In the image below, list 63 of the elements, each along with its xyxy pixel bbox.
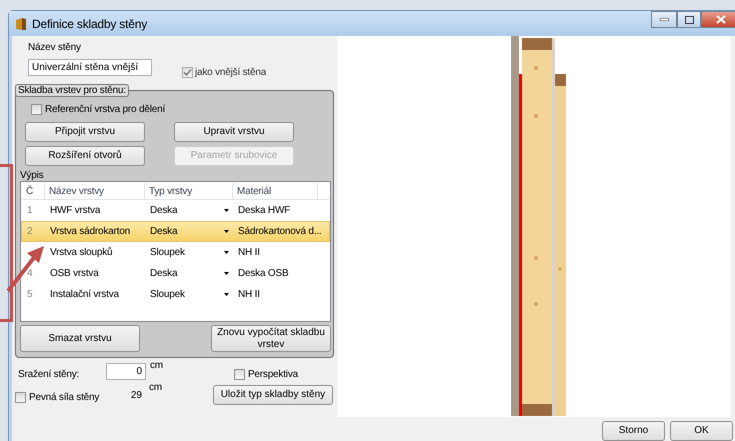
caret-icon bbox=[224, 272, 229, 275]
layer-type-dropdown[interactable]: Deska bbox=[145, 268, 233, 279]
layer-name-cell-text: Vrstva sloupků bbox=[49, 247, 114, 258]
material-cell-text: Deska OSB bbox=[237, 268, 290, 279]
column-header[interactable]: Typ vrstvy bbox=[145, 183, 233, 199]
fixed-thickness-label: Pevná síla stěny bbox=[29, 392, 100, 402]
window-title: Definice skladby stěny bbox=[32, 16, 147, 30]
offset-field[interactable]: 0 bbox=[106, 363, 146, 380]
row-number: 5 bbox=[26, 289, 34, 300]
layer-type-dropdown[interactable]: Deska bbox=[145, 205, 233, 216]
layer-name-cell-text: Instalační vrstva bbox=[49, 289, 120, 300]
unit-label: cm bbox=[150, 360, 163, 371]
perspective-label: Perspektiva bbox=[248, 369, 298, 380]
layer-name-cell-text: HWF vrstva bbox=[49, 205, 102, 216]
layer-type-dropdown[interactable]: Sloupek bbox=[145, 247, 233, 258]
fixed-thickness-checkbox[interactable] bbox=[15, 392, 26, 402]
layer-action-button[interactable]: Smazat vrstvu bbox=[20, 325, 140, 352]
material-cell-text: NH II bbox=[237, 289, 261, 300]
layer-row[interactable]: 4 OSB vrstva Deska Deska OSB bbox=[21, 263, 330, 284]
dialog-button[interactable]: Storno bbox=[602, 421, 665, 441]
column-header[interactable]: Název vrstvy bbox=[45, 183, 145, 199]
column-header[interactable]: Materiál bbox=[233, 183, 318, 199]
caret-icon bbox=[224, 251, 229, 254]
layer-action-button[interactable]: Upravit vrstvu bbox=[174, 122, 294, 142]
app-icon bbox=[15, 16, 27, 30]
perspective-checkbox[interactable] bbox=[234, 369, 245, 380]
layer-row[interactable]: 2 Vrstva sádrokarton Deska Sádrokartonová d... bbox=[21, 221, 330, 242]
row-number: 2 bbox=[26, 226, 34, 237]
layer-action-button[interactable]: Připojit vrstvu bbox=[25, 122, 145, 142]
layer-name-cell-text: OSB vrstva bbox=[49, 268, 100, 279]
minimize-icon bbox=[660, 18, 668, 21]
reference-label: Referenční vrstva pro dělení bbox=[45, 104, 166, 115]
maximize-button[interactable] bbox=[677, 11, 701, 28]
maximize-icon bbox=[684, 16, 694, 24]
close-button[interactable] bbox=[701, 11, 735, 28]
wall-name-field[interactable]: Univerzální stěna vnější bbox=[28, 59, 152, 76]
outer-wall-label: jako vnější stěna bbox=[195, 67, 266, 78]
caret-icon bbox=[224, 209, 229, 212]
minimize-button[interactable] bbox=[651, 11, 677, 28]
wall-name-label: Název stěny bbox=[28, 42, 82, 53]
dialog-button[interactable]: OK bbox=[670, 421, 733, 441]
row-number: 4 bbox=[26, 268, 34, 279]
layer-row[interactable]: 1 HWF vrstva Deska Deska HWF bbox=[21, 200, 330, 221]
layer-row[interactable]: 5 Instalační vrstva Sloupek NH II bbox=[21, 284, 330, 305]
close-icon bbox=[716, 15, 726, 24]
list-label: Výpis bbox=[20, 170, 44, 181]
unit-label: cm bbox=[149, 382, 162, 393]
offset-label: Sražení stěny: bbox=[18, 369, 80, 380]
caret-icon bbox=[224, 230, 229, 233]
row-number: 1 bbox=[26, 205, 34, 216]
layer-action-button[interactable]: Znovu vypočítat skladbu vrstev bbox=[211, 325, 331, 352]
save-type-button[interactable]: Uložit typ skladby stěny bbox=[212, 385, 333, 405]
reference-checkbox[interactable] bbox=[31, 104, 42, 115]
layer-type-dropdown[interactable]: Sloupek bbox=[145, 289, 233, 300]
layer-type-dropdown[interactable]: Deska bbox=[145, 226, 233, 237]
layer-action-button[interactable]: Rozšíření otvorů bbox=[25, 146, 145, 166]
caret-icon bbox=[224, 293, 229, 296]
material-cell-text: NH II bbox=[237, 247, 261, 258]
group-legend: Skladba vrstev pro stěnu: bbox=[15, 84, 129, 97]
material-cell-text: Deska HWF bbox=[237, 205, 292, 216]
layer-row[interactable]: Vrstva sloupků Sloupek NH II bbox=[21, 242, 330, 263]
layer-name-cell-text: Vrstva sádrokarton bbox=[49, 226, 131, 237]
column-header[interactable]: Č bbox=[22, 183, 45, 199]
